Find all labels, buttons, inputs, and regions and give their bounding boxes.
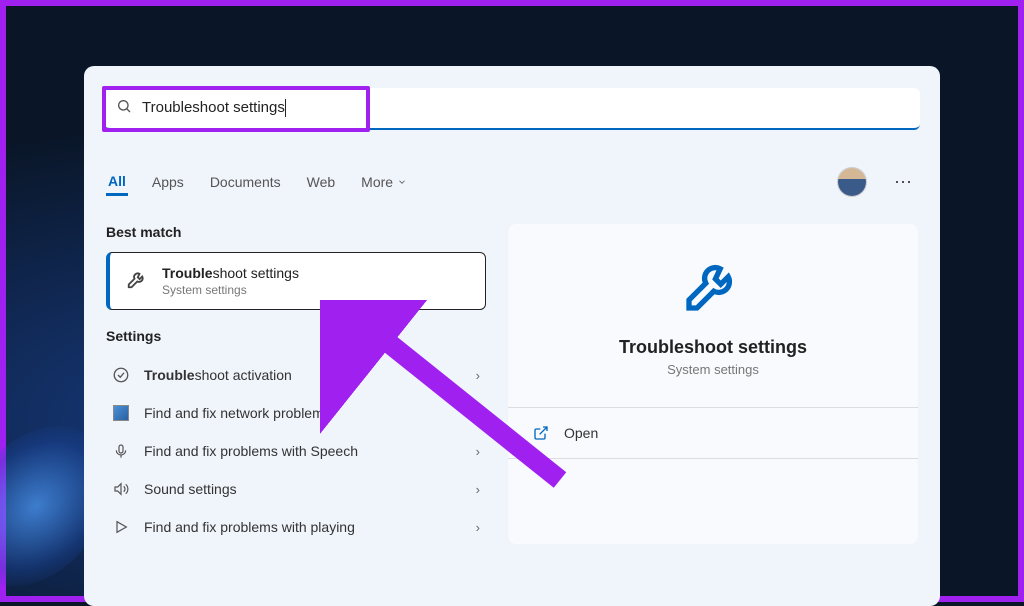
overflow-menu-button[interactable]: ⋯ — [888, 172, 918, 193]
wrench-icon — [126, 268, 148, 295]
play-icon — [112, 518, 130, 536]
start-search-panel: Troubleshoot settings All Apps Documents… — [84, 66, 940, 606]
chevron-right-icon: › — [476, 482, 480, 497]
microphone-icon — [112, 442, 130, 460]
action-open[interactable]: Open — [526, 408, 900, 458]
chevron-right-icon: › — [476, 444, 480, 459]
item-label: Troubleshoot activation — [144, 367, 462, 383]
check-circle-icon — [112, 366, 130, 384]
item-label: Find and fix problems with Speech — [144, 443, 462, 459]
settings-item-sound-settings[interactable]: Sound settings › — [106, 470, 486, 508]
network-icon — [112, 404, 130, 422]
search-bar[interactable]: Troubleshoot settings — [104, 88, 920, 130]
settings-item-playing-problems[interactable]: Find and fix problems with playing › — [106, 508, 486, 546]
user-avatar[interactable] — [838, 168, 866, 196]
chevron-down-icon — [397, 174, 407, 190]
item-label: Find and fix network problems — [144, 405, 462, 421]
filter-tabs: All Apps Documents Web More ⋯ — [106, 168, 918, 196]
best-match-title: Troubleshoot settings — [162, 265, 299, 281]
search-icon — [116, 98, 132, 119]
wrench-icon-large — [681, 252, 745, 321]
section-best-match-label: Best match — [106, 224, 486, 240]
section-settings-label: Settings — [106, 328, 486, 344]
speaker-icon — [112, 480, 130, 498]
tab-all[interactable]: All — [106, 169, 128, 196]
detail-subtitle: System settings — [526, 362, 900, 377]
tab-apps[interactable]: Apps — [150, 170, 186, 194]
search-input[interactable]: Troubleshoot settings — [142, 99, 908, 117]
search-results: Best match Troubleshoot settings System … — [106, 224, 486, 546]
tab-more[interactable]: More — [359, 170, 409, 194]
action-open-label: Open — [564, 425, 598, 441]
settings-item-speech-problems[interactable]: Find and fix problems with Speech › — [106, 432, 486, 470]
settings-item-network-problems[interactable]: Find and fix network problems › — [106, 394, 486, 432]
settings-item-troubleshoot-activation[interactable]: Troubleshoot activation › — [106, 356, 486, 394]
tab-documents[interactable]: Documents — [208, 170, 283, 194]
text-cursor — [285, 99, 286, 117]
item-label: Sound settings — [144, 481, 462, 497]
chevron-right-icon: › — [476, 520, 480, 535]
detail-title: Troubleshoot settings — [526, 337, 900, 358]
divider — [508, 458, 918, 459]
best-match-item[interactable]: Troubleshoot settings System settings — [106, 252, 486, 310]
best-match-subtitle: System settings — [162, 283, 299, 297]
item-label: Find and fix problems with playing — [144, 519, 462, 535]
tab-web[interactable]: Web — [305, 170, 338, 194]
chevron-right-icon: › — [476, 406, 480, 421]
open-icon — [532, 424, 550, 442]
chevron-right-icon: › — [476, 368, 480, 383]
detail-panel: Troubleshoot settings System settings Op… — [508, 224, 918, 544]
